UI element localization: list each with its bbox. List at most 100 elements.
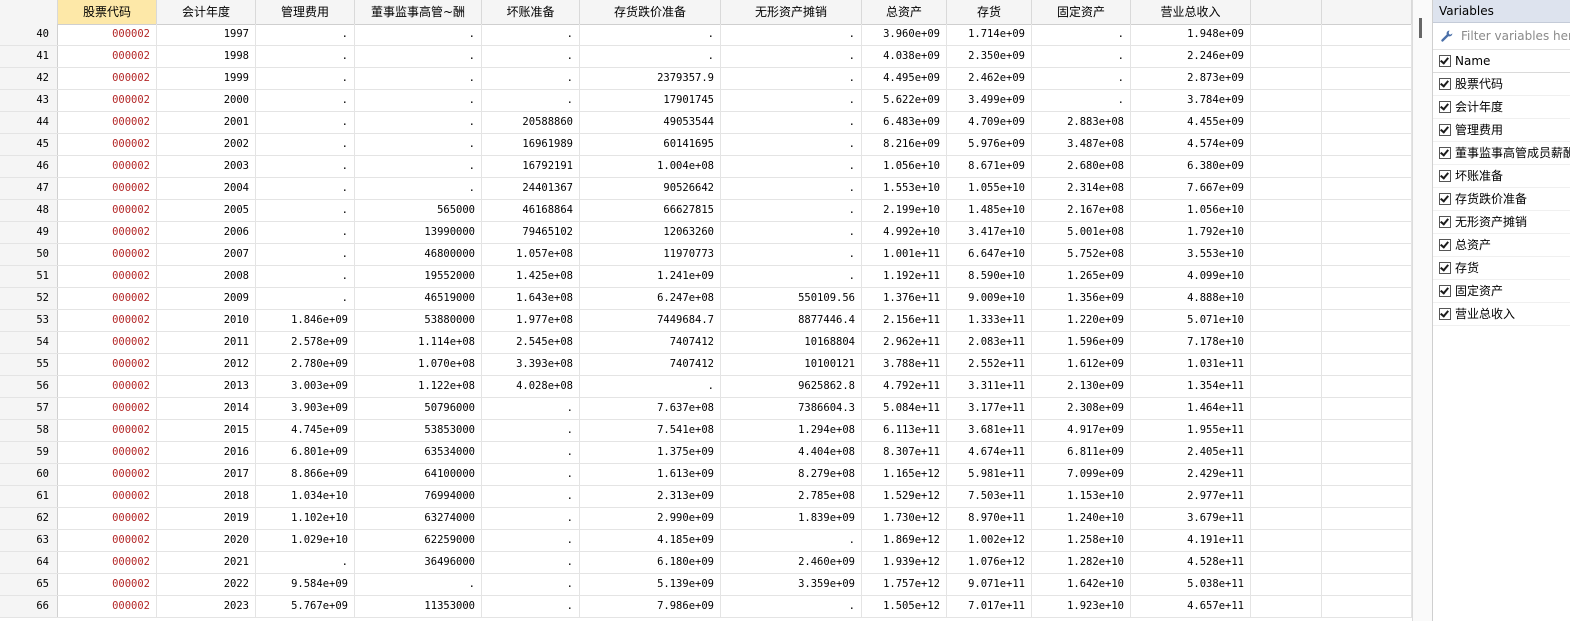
table-cell[interactable]: 8.970e+11	[947, 508, 1032, 529]
table-cell[interactable]: 60141695	[580, 134, 721, 155]
table-cell[interactable]: .	[721, 178, 862, 199]
empty-cell[interactable]	[1322, 178, 1412, 199]
table-cell[interactable]: 1.730e+12	[862, 508, 947, 529]
table-cell[interactable]: 2016	[157, 442, 256, 463]
table-cell[interactable]: 36496000	[355, 552, 482, 573]
row-number[interactable]: 47	[0, 178, 58, 199]
table-cell[interactable]: 2000	[157, 90, 256, 111]
row-number[interactable]: 63	[0, 530, 58, 551]
row-number[interactable]: 50	[0, 244, 58, 265]
empty-cell[interactable]	[1251, 596, 1322, 617]
table-cell[interactable]: 2.199e+10	[862, 200, 947, 221]
table-cell[interactable]: 7.667e+09	[1131, 178, 1251, 199]
table-cell[interactable]: .	[482, 442, 580, 463]
table-cell[interactable]: 000002	[58, 244, 157, 265]
table-cell[interactable]: 2012	[157, 354, 256, 375]
table-cell[interactable]: .	[355, 156, 482, 177]
table-cell[interactable]: 4.495e+09	[862, 68, 947, 89]
empty-cell[interactable]	[1322, 112, 1412, 133]
table-cell[interactable]: 1.643e+08	[482, 288, 580, 309]
table-cell[interactable]: 2.545e+08	[482, 332, 580, 353]
table-cell[interactable]: 1.070e+08	[355, 354, 482, 375]
data-grid[interactable]: 股票代码 会计年度 管理费用 董事监事高管~酬 坏账准备 存货跌价准备 无形资产摊销 总资产存…	[0, 0, 1412, 621]
empty-cell[interactable]	[1322, 398, 1412, 419]
table-cell[interactable]: 2021	[157, 552, 256, 573]
variable-item[interactable]: 无形资产摊销	[1433, 211, 1570, 234]
table-cell[interactable]: 1.165e+12	[862, 464, 947, 485]
empty-cell[interactable]	[1322, 156, 1412, 177]
table-cell[interactable]: .	[482, 574, 580, 595]
table-cell[interactable]: 1.505e+12	[862, 596, 947, 617]
table-cell[interactable]: 4.099e+10	[1131, 266, 1251, 287]
table-cell[interactable]: 10168804	[721, 332, 862, 353]
table-cell[interactable]: 1.553e+10	[862, 178, 947, 199]
column-header-11[interactable]: 营业总收入	[1131, 0, 1251, 24]
table-cell[interactable]: 8.866e+09	[256, 464, 355, 485]
table-cell[interactable]: 2.308e+09	[1032, 398, 1131, 419]
table-cell[interactable]: 3.359e+09	[721, 574, 862, 595]
table-cell[interactable]: 000002	[58, 222, 157, 243]
table-cell[interactable]: 2.130e+09	[1032, 376, 1131, 397]
table-cell[interactable]: 4.657e+11	[1131, 596, 1251, 617]
table-cell[interactable]: .	[721, 222, 862, 243]
table-cell[interactable]: 2.313e+09	[580, 486, 721, 507]
table-cell[interactable]: .	[482, 464, 580, 485]
table-cell[interactable]: 1.282e+10	[1032, 552, 1131, 573]
table-cell[interactable]: 4.917e+09	[1032, 420, 1131, 441]
table-cell[interactable]: .	[482, 508, 580, 529]
table-cell[interactable]: 46168864	[482, 200, 580, 221]
table-cell[interactable]: 8.590e+10	[947, 266, 1032, 287]
filter-variables-input[interactable]	[1459, 26, 1570, 46]
empty-cell[interactable]	[1251, 68, 1322, 89]
table-cell[interactable]: 63534000	[355, 442, 482, 463]
table-cell[interactable]: 6.180e+09	[580, 552, 721, 573]
empty-cell[interactable]	[1251, 156, 1322, 177]
table-cell[interactable]: 1.002e+12	[947, 530, 1032, 551]
table-cell[interactable]: .	[256, 222, 355, 243]
table-cell[interactable]: 1.004e+08	[580, 156, 721, 177]
table-cell[interactable]: .	[355, 134, 482, 155]
empty-cell[interactable]	[1322, 420, 1412, 441]
row-number[interactable]: 56	[0, 376, 58, 397]
table-cell[interactable]: 5.622e+09	[862, 90, 947, 111]
table-cell[interactable]: .	[721, 244, 862, 265]
table-cell[interactable]: 2020	[157, 530, 256, 551]
table-cell[interactable]: 5.084e+11	[862, 398, 947, 419]
table-cell[interactable]: 000002	[58, 24, 157, 45]
table-cell[interactable]: 3.417e+10	[947, 222, 1032, 243]
table-cell[interactable]: 5.071e+10	[1131, 310, 1251, 331]
table-cell[interactable]: 2.873e+09	[1131, 68, 1251, 89]
empty-cell[interactable]	[1251, 90, 1322, 111]
table-cell[interactable]: 000002	[58, 552, 157, 573]
table-cell[interactable]: 2001	[157, 112, 256, 133]
table-cell[interactable]: 4.528e+11	[1131, 552, 1251, 573]
table-cell[interactable]: 000002	[58, 420, 157, 441]
row-number[interactable]: 65	[0, 574, 58, 595]
empty-cell[interactable]	[1322, 442, 1412, 463]
table-cell[interactable]: 3.679e+11	[1131, 508, 1251, 529]
table-cell[interactable]: .	[482, 530, 580, 551]
table-cell[interactable]: 46800000	[355, 244, 482, 265]
table-cell[interactable]: 1.757e+12	[862, 574, 947, 595]
row-number[interactable]: 58	[0, 420, 58, 441]
table-cell[interactable]: .	[721, 90, 862, 111]
table-cell[interactable]: 1.102e+10	[256, 508, 355, 529]
table-cell[interactable]: 2.578e+09	[256, 332, 355, 353]
table-cell[interactable]: 9.009e+10	[947, 288, 1032, 309]
empty-cell[interactable]	[1322, 530, 1412, 551]
variable-item[interactable]: 存货跌价准备	[1433, 188, 1570, 211]
empty-cell[interactable]	[1322, 486, 1412, 507]
table-cell[interactable]: .	[721, 156, 862, 177]
table-cell[interactable]: 79465102	[482, 222, 580, 243]
row-number[interactable]: 60	[0, 464, 58, 485]
table-cell[interactable]: 90526642	[580, 178, 721, 199]
table-cell[interactable]: 1.714e+09	[947, 24, 1032, 45]
table-cell[interactable]: .	[355, 90, 482, 111]
table-cell[interactable]: 2007	[157, 244, 256, 265]
table-cell[interactable]: 000002	[58, 332, 157, 353]
empty-cell[interactable]	[1251, 288, 1322, 309]
table-cell[interactable]: 6.647e+10	[947, 244, 1032, 265]
table-cell[interactable]: 000002	[58, 46, 157, 67]
table-cell[interactable]: 1.955e+11	[1131, 420, 1251, 441]
empty-cell[interactable]	[1251, 200, 1322, 221]
